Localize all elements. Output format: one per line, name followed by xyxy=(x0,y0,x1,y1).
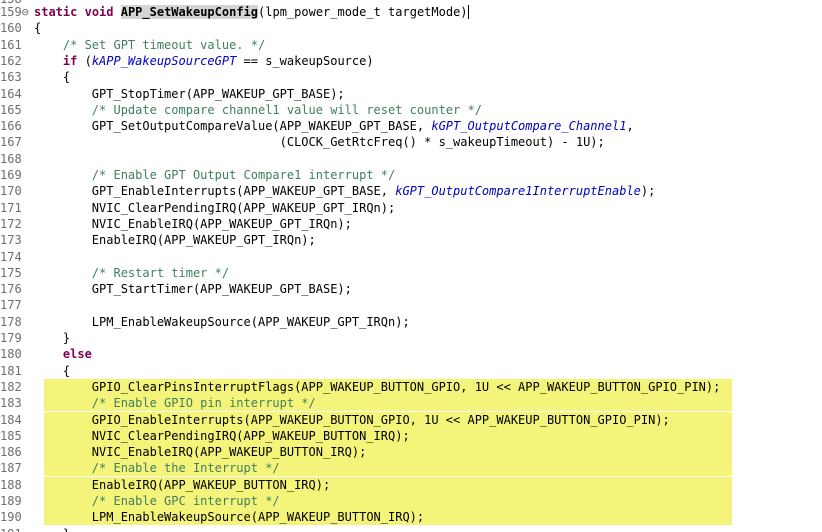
code-line[interactable]: 162 if (kAPP_WakeupSourceGPT == s_wakeup… xyxy=(0,53,822,69)
code-line[interactable]: 160 { xyxy=(0,20,822,36)
line-number: 175 xyxy=(0,265,22,280)
code-line[interactable]: 184 GPIO_EnableInterrupts(APP_WAKEUP_BUT… xyxy=(0,411,822,428)
code-line[interactable]: 172 NVIC_EnableIRQ(APP_WAKEUP_GPT_IRQn); xyxy=(0,216,822,232)
code-line[interactable]: 165 /* Update compare channel1 value wil… xyxy=(0,102,822,118)
code-line[interactable]: 175 /* Restart timer */ xyxy=(0,265,822,281)
code-text: (CLOCK_GetRtcFreq() * s_wakeupTimeout) -… xyxy=(34,135,605,150)
code-line[interactable]: 169 /* Enable GPT Output Compare1 interr… xyxy=(0,167,822,183)
code-line[interactable]: 190 LPM_EnableWakeupSource(APP_WAKEUP_BU… xyxy=(0,509,822,526)
code-line[interactable]: 177 xyxy=(0,297,822,313)
line-number: 159⊖ xyxy=(0,5,29,19)
code-text: /* Set GPT timeout value. */ xyxy=(62,37,266,52)
code-line[interactable]: 168 xyxy=(0,151,822,167)
code-text: NVIC_EnableIRQ(APP_WAKEUP_BUTTON_IRQ); xyxy=(34,445,367,460)
code-line[interactable]: 182 GPIO_ClearPinsInterruptFlags(APP_WAK… xyxy=(0,378,822,395)
line-number: 169 xyxy=(0,168,22,182)
code-line[interactable]: 179 } xyxy=(0,330,822,346)
code-text: GPT_StartTimer(APP_WAKEUP_GPT_BASE); xyxy=(34,282,352,297)
line-number: 188 xyxy=(0,477,22,492)
code-line[interactable]: 170 GPT_EnableInterrupts(APP_WAKEUP_GPT_… xyxy=(0,183,822,199)
line-number: 170 xyxy=(0,184,22,199)
code-line[interactable]: 167 (CLOCK_GetRtcFreq() * s_wakeupTimeou… xyxy=(0,134,822,150)
line-number: 174 xyxy=(0,249,22,264)
code-line[interactable]: 191 } xyxy=(0,526,822,532)
line-number: 177 xyxy=(0,298,22,313)
code-text: GPIO_EnableInterrupts(APP_WAKEUP_BUTTON_… xyxy=(34,412,670,427)
code-text: NVIC_ClearPendingIRQ(APP_WAKEUP_BUTTON_I… xyxy=(34,428,410,443)
code-text: } xyxy=(34,331,71,345)
code-line[interactable]: 180 else xyxy=(0,346,822,362)
code-line[interactable]: 171 NVIC_ClearPendingIRQ(APP_WAKEUP_GPT_… xyxy=(0,200,822,216)
code-text: NVIC_EnableIRQ(APP_WAKEUP_GPT_IRQn); xyxy=(34,216,352,231)
code-text: GPT_SetOutputCompareValue(APP_WAKEUP_GPT… xyxy=(34,119,634,134)
code-line[interactable]: 161 /* Set GPT timeout value. */ xyxy=(0,37,822,53)
code-line[interactable]: 178 LPM_EnableWakeupSource(APP_WAKEUP_GP… xyxy=(0,314,822,330)
line-number: 165 xyxy=(0,102,22,117)
code-line[interactable]: 188 EnableIRQ(APP_WAKEUP_BUTTON_IRQ); xyxy=(0,476,822,493)
line-number: 167 xyxy=(0,135,22,150)
code-text: { xyxy=(34,21,42,36)
code-text: /* Update compare channel1 value will re… xyxy=(91,102,482,117)
line-number: 190 xyxy=(0,510,22,525)
code-line[interactable]: 186 NVIC_EnableIRQ(APP_WAKEUP_BUTTON_IRQ… xyxy=(0,444,822,461)
line-number: 171 xyxy=(0,200,22,215)
code-line[interactable]: 185 NVIC_ClearPendingIRQ(APP_WAKEUP_BUTT… xyxy=(0,427,822,444)
line-number: 172 xyxy=(0,216,22,231)
line-number: 191 xyxy=(0,526,34,532)
code-line[interactable]: 187 /* Enable the Interrupt */ xyxy=(0,460,822,477)
code-line[interactable]: 174 xyxy=(0,249,822,265)
code-text: /* Restart timer */ xyxy=(91,265,230,280)
line-number: 187 xyxy=(0,461,22,476)
code-line[interactable]: 176 GPT_StartTimer(APP_WAKEUP_GPT_BASE); xyxy=(0,281,822,297)
line-number: 181 xyxy=(0,363,22,378)
code-text: EnableIRQ(APP_WAKEUP_BUTTON_IRQ); xyxy=(34,477,331,492)
line-number: 180 xyxy=(0,347,22,362)
line-number: 164 xyxy=(0,86,22,101)
code-line[interactable]: 189 /* Enable GPC interrupt */ xyxy=(0,493,822,509)
code-line[interactable]: 163 { xyxy=(0,69,822,85)
line-number: 160 xyxy=(0,21,22,36)
line-number: 173 xyxy=(0,233,22,248)
line-number: 189 xyxy=(0,494,22,508)
line-number: 166 xyxy=(0,119,22,134)
code-text: /* Enable GPC interrupt */ xyxy=(91,494,280,508)
code-text: LPM_EnableWakeupSource(APP_WAKEUP_GPT_IR… xyxy=(34,314,410,329)
code-line[interactable]: 166 GPT_SetOutputCompareValue(APP_WAKEUP… xyxy=(0,118,822,134)
code-text: if (kAPP_WakeupSourceGPT == s_wakeupSour… xyxy=(62,53,374,68)
code-text: { xyxy=(34,70,71,85)
code-text: NVIC_ClearPendingIRQ(APP_WAKEUP_GPT_IRQn… xyxy=(34,200,396,215)
line-number: 163 xyxy=(0,70,22,85)
code-editor[interactable]: 158159⊖static void APP_SetWakeupConfig(l… xyxy=(0,0,822,532)
line-number: 184 xyxy=(0,412,22,427)
code-text: EnableIRQ(APP_WAKEUP_GPT_IRQn); xyxy=(34,233,316,248)
line-number: 162 xyxy=(0,53,22,68)
code-text: /* Enable the Interrupt */ xyxy=(91,461,280,476)
line-number: 179 xyxy=(0,331,22,345)
line-number: 185 xyxy=(0,428,22,443)
code-text: GPIO_ClearPinsInterruptFlags(APP_WAKEUP_… xyxy=(34,379,721,394)
code-text: GPT_StopTimer(APP_WAKEUP_GPT_BASE); xyxy=(34,86,345,101)
code-text: else xyxy=(62,347,92,362)
line-number: 182 xyxy=(0,379,22,394)
code-text: } xyxy=(34,526,70,532)
line-number: 183 xyxy=(0,396,22,411)
code-line[interactable]: 183 /* Enable GPIO pin interrupt */ xyxy=(0,395,822,412)
code-text: LPM_EnableWakeupSource(APP_WAKEUP_BUTTON… xyxy=(34,510,425,525)
line-number: 168 xyxy=(0,151,22,166)
code-text: /* Enable GPT Output Compare1 interrupt … xyxy=(91,168,396,182)
code-line[interactable]: 164 GPT_StopTimer(APP_WAKEUP_GPT_BASE); xyxy=(0,86,822,102)
code-text: { xyxy=(34,363,71,378)
line-number: 176 xyxy=(0,282,22,297)
code-text: /* Enable GPIO pin interrupt */ xyxy=(91,396,316,411)
code-line[interactable]: 173 EnableIRQ(APP_WAKEUP_GPT_IRQn); xyxy=(0,232,822,248)
line-number: 178 xyxy=(0,314,22,329)
line-number: 186 xyxy=(0,445,22,460)
line-number: 161 xyxy=(0,37,22,52)
code-text: GPT_EnableInterrupts(APP_WAKEUP_GPT_BASE… xyxy=(34,184,656,199)
code-line[interactable]: 181 { xyxy=(0,363,822,379)
text-caret xyxy=(467,5,469,19)
code-line[interactable]: 159⊖ static void APP_SetWakeupConfig(lpm_… xyxy=(0,4,822,20)
code-text: static void APP_SetWakeupConfig(lpm_powe… xyxy=(34,5,469,19)
